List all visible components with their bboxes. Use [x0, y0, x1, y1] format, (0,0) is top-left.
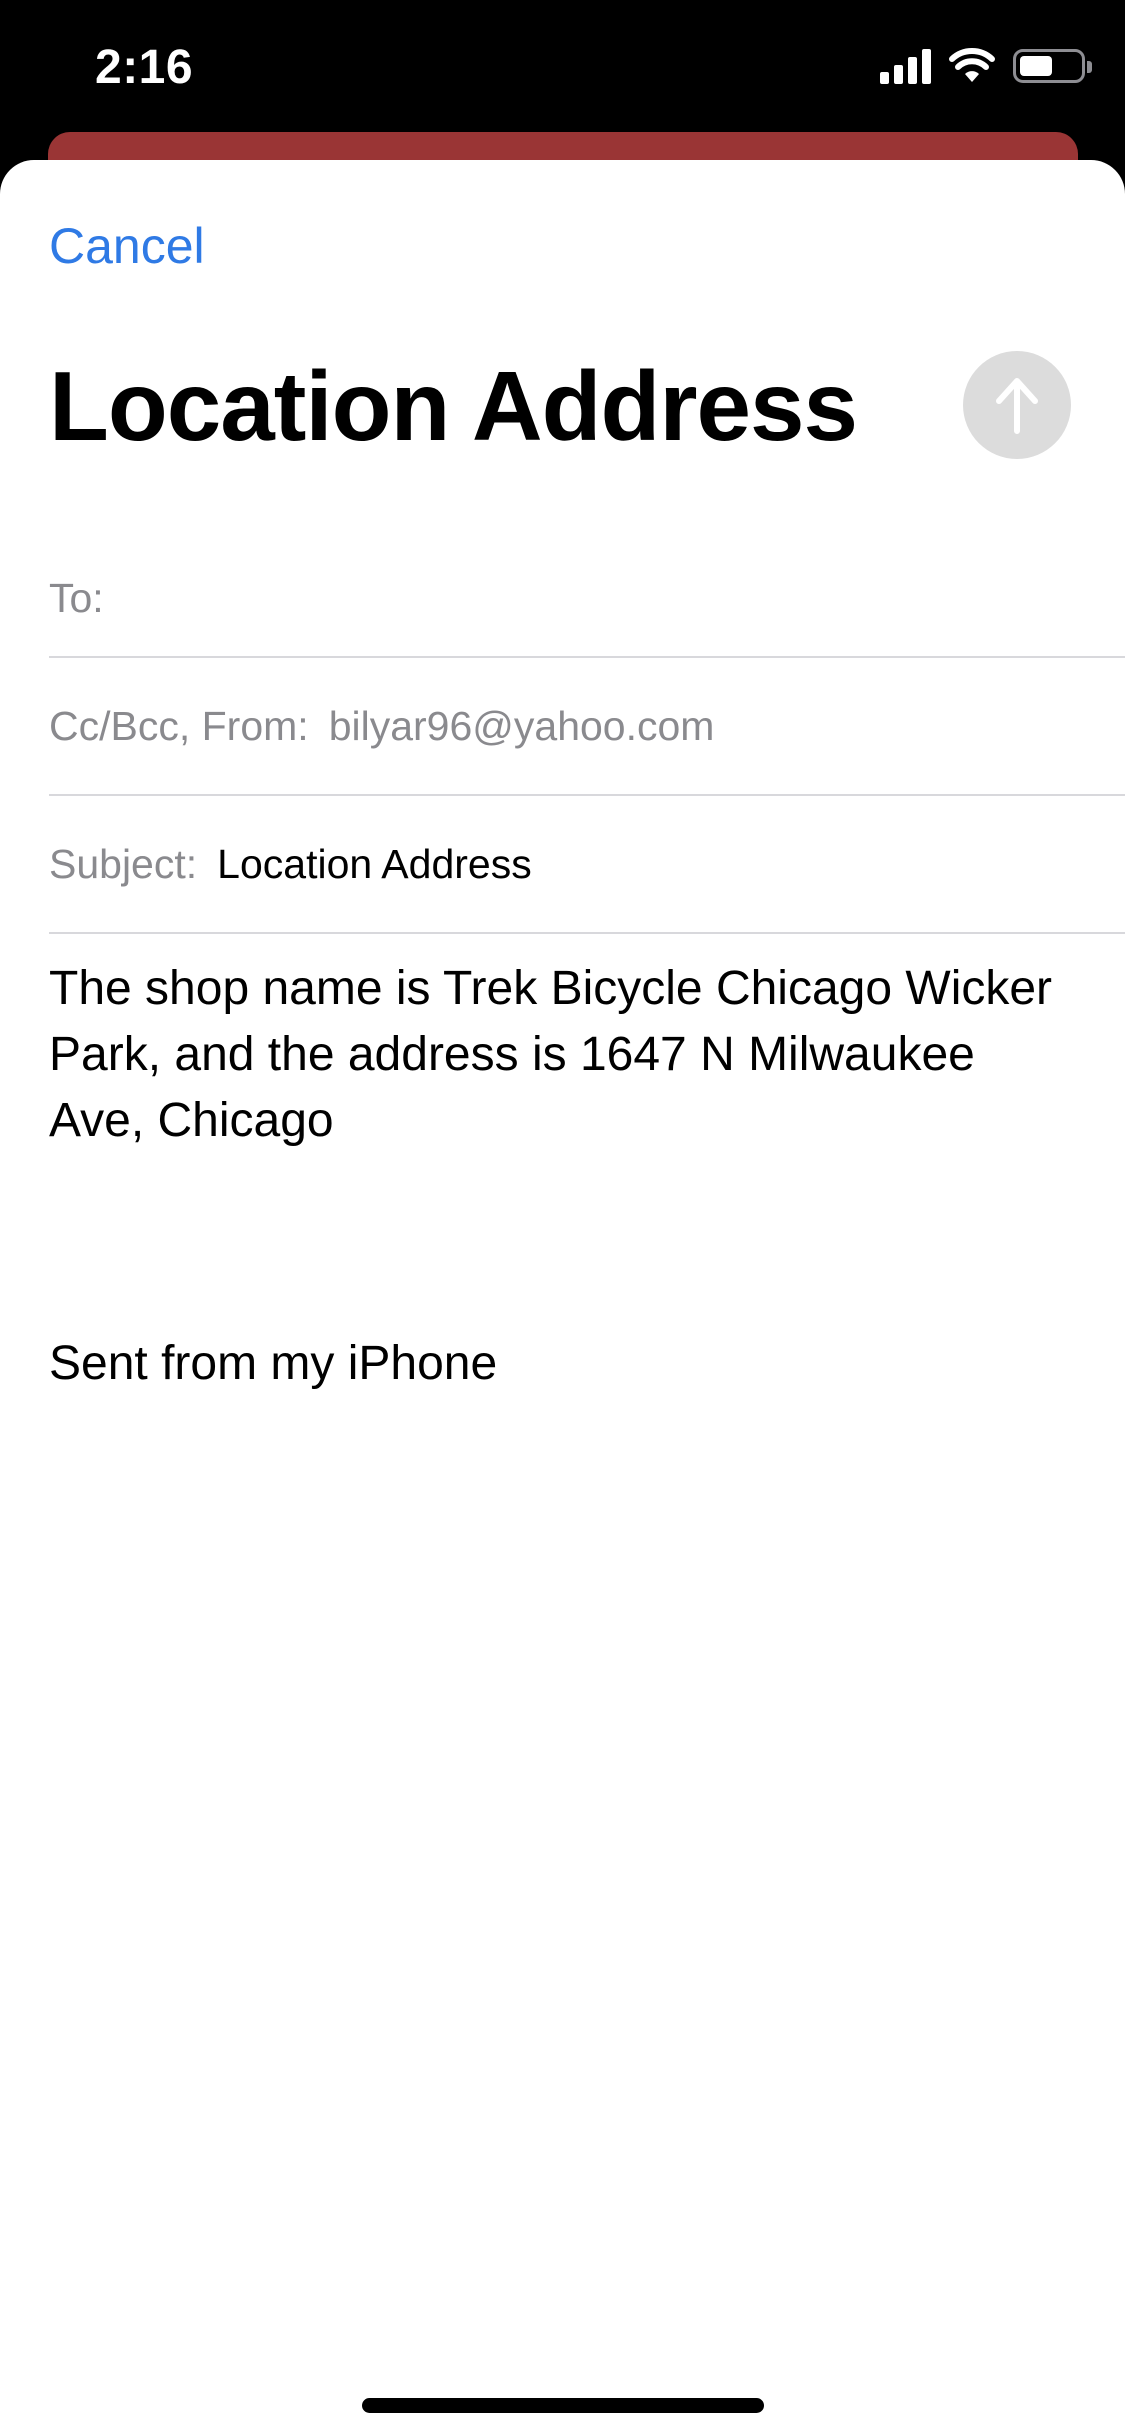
- message-body[interactable]: The shop name is Trek Bicycle Chicago Wi…: [49, 956, 1079, 1154]
- compose-sheet: Cancel Location Address To: Cc/Bcc, From…: [0, 160, 1125, 2436]
- from-address[interactable]: bilyar96@yahoo.com: [329, 703, 715, 750]
- status-icons: [880, 48, 1092, 84]
- page-title: Location Address: [49, 351, 858, 461]
- status-time: 2:16: [95, 41, 194, 94]
- status-bar: 2:16: [0, 0, 1125, 140]
- subject-input[interactable]: Location Address: [217, 841, 532, 888]
- subject-field[interactable]: Subject: Location Address: [49, 796, 1125, 934]
- send-button[interactable]: [963, 351, 1071, 459]
- wifi-icon: [949, 48, 995, 82]
- cc-bcc-from-label: Cc/Bcc, From:: [49, 702, 309, 749]
- to-label: To:: [49, 574, 104, 621]
- battery-icon: [1013, 49, 1092, 83]
- subject-label: Subject:: [49, 840, 198, 887]
- battery-cap: [1087, 61, 1092, 73]
- signature[interactable]: Sent from my iPhone: [49, 1336, 497, 1391]
- to-field[interactable]: To:: [49, 540, 1125, 658]
- home-indicator[interactable]: [362, 2398, 764, 2413]
- battery-level-fill: [1020, 56, 1052, 76]
- arrow-up-icon: [996, 378, 1038, 434]
- cancel-button[interactable]: Cancel: [49, 217, 205, 275]
- cc-bcc-from-field[interactable]: Cc/Bcc, From: bilyar96@yahoo.com: [49, 658, 1125, 796]
- cellular-signal-icon: [880, 48, 931, 84]
